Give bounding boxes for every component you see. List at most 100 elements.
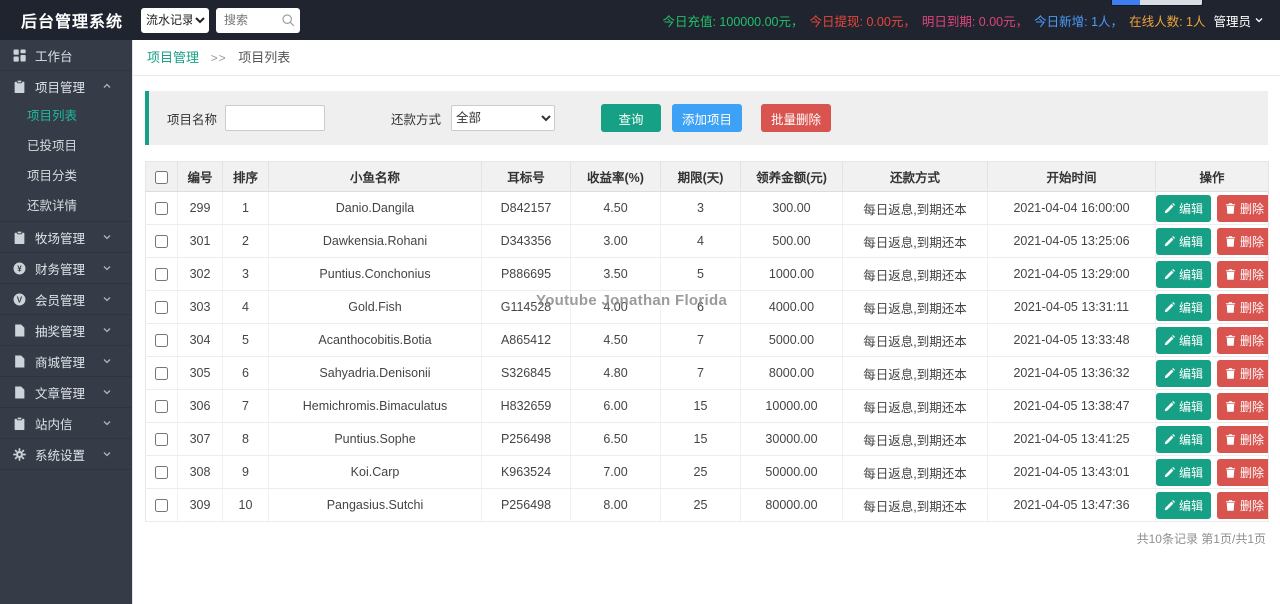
sidebar-item-4[interactable]: V 会员管理 bbox=[0, 284, 132, 314]
trash-icon bbox=[1225, 466, 1236, 478]
actions-cell: 编辑 删除 bbox=[1155, 422, 1269, 456]
delete-button[interactable]: 删除 bbox=[1217, 194, 1269, 222]
delete-button[interactable]: 删除 bbox=[1217, 293, 1269, 321]
cell-amount: 8000.00 bbox=[740, 356, 843, 390]
cell-start: 2021-04-05 13:31:11 bbox=[987, 290, 1156, 324]
cell-id: 307 bbox=[177, 422, 223, 456]
cell-name: Puntius.Sophe bbox=[268, 422, 482, 456]
cell-repay: 每日返息,到期还本 bbox=[842, 323, 988, 357]
sidebar-item-7[interactable]: 文章管理 bbox=[0, 377, 132, 407]
checkbox-cell bbox=[145, 257, 178, 291]
chevron-down-icon bbox=[102, 387, 112, 397]
edit-button[interactable]: 编辑 bbox=[1156, 194, 1212, 222]
chevron-down-icon bbox=[102, 232, 112, 242]
sidebar-item-8[interactable]: 站内信 bbox=[0, 408, 132, 438]
cell-name: Hemichromis.Bimaculatus bbox=[268, 389, 482, 423]
sidebar-item-3[interactable]: ¥ 财务管理 bbox=[0, 253, 132, 283]
project-name-label: 项目名称 bbox=[167, 112, 218, 127]
row-checkbox[interactable] bbox=[155, 466, 168, 480]
cell-days: 6 bbox=[660, 290, 741, 324]
cell-rate: 6.00 bbox=[570, 389, 661, 423]
add-project-button[interactable]: 添加项目 bbox=[672, 104, 743, 132]
delete-button[interactable]: 删除 bbox=[1217, 359, 1269, 387]
select-all-checkbox[interactable] bbox=[155, 170, 168, 184]
edit-button[interactable]: 编辑 bbox=[1156, 326, 1212, 354]
project-name-input[interactable] bbox=[225, 105, 326, 131]
delete-button[interactable]: 删除 bbox=[1217, 425, 1269, 453]
cell-name: Acanthocobitis.Botia bbox=[268, 323, 482, 357]
cell-name: Puntius.Conchonius bbox=[268, 257, 482, 291]
actions-cell: 编辑 删除 bbox=[1155, 356, 1269, 390]
cell-sort: 5 bbox=[222, 323, 269, 357]
edit-button[interactable]: 编辑 bbox=[1156, 359, 1212, 387]
table-row: 299 1 Danio.Dangila D842157 4.50 3 300.00 每日返息,… bbox=[145, 191, 1269, 225]
cell-repay: 每日返息,到期还本 bbox=[842, 290, 988, 324]
sidebar-subitem-1-1[interactable]: 已投项目 bbox=[0, 131, 132, 161]
cell-sort: 2 bbox=[222, 224, 269, 258]
cell-amount: 80000.00 bbox=[740, 488, 843, 522]
repay-method-select[interactable]: 全部 bbox=[451, 105, 556, 131]
cell-amount: 10000.00 bbox=[740, 389, 843, 423]
delete-button[interactable]: 删除 bbox=[1217, 260, 1269, 288]
edit-button[interactable]: 编辑 bbox=[1156, 491, 1212, 519]
row-checkbox[interactable] bbox=[155, 400, 168, 414]
cell-days: 15 bbox=[660, 422, 741, 456]
column-header: 开始时间 bbox=[987, 161, 1156, 192]
stat-3: 今日新增: 1人， bbox=[1034, 14, 1124, 29]
sidebar-item-2[interactable]: 牧场管理 bbox=[0, 222, 132, 252]
edit-button[interactable]: 编辑 bbox=[1156, 392, 1212, 420]
cell-name: Sahyadria.Denisonii bbox=[268, 356, 482, 390]
sidebar-item-5[interactable]: 抽奖管理 bbox=[0, 315, 132, 345]
delete-button[interactable]: 删除 bbox=[1217, 326, 1269, 354]
table-row: 302 3 Puntius.Conchonius P886695 3.50 5 1000.0… bbox=[145, 257, 1269, 291]
edit-button[interactable]: 编辑 bbox=[1156, 227, 1212, 255]
row-checkbox[interactable] bbox=[155, 334, 168, 348]
cell-id: 303 bbox=[177, 290, 223, 324]
topbar-search bbox=[216, 7, 300, 33]
stat-1: 今日提现: 0.00元， bbox=[809, 14, 916, 29]
cell-tag: A865412 bbox=[481, 323, 571, 357]
sidebar-subitem-1-3[interactable]: 还款详情 bbox=[0, 191, 132, 221]
row-checkbox[interactable] bbox=[155, 202, 168, 216]
pencil-icon bbox=[1164, 235, 1175, 247]
checkbox-cell bbox=[145, 422, 178, 456]
row-checkbox[interactable] bbox=[155, 268, 168, 282]
search-icon[interactable] bbox=[281, 13, 295, 27]
sidebar-item-0[interactable]: 工作台 bbox=[0, 40, 132, 70]
sidebar-item-6[interactable]: 商城管理 bbox=[0, 346, 132, 376]
column-header: 领养金额(元) bbox=[740, 161, 843, 192]
delete-button[interactable]: 删除 bbox=[1217, 458, 1269, 486]
sidebar-subitem-1-2[interactable]: 项目分类 bbox=[0, 161, 132, 191]
module-select[interactable]: 流水记录 bbox=[141, 7, 209, 33]
breadcrumb-parent[interactable]: 项目管理 bbox=[147, 50, 199, 65]
table-row: 306 7 Hemichromis.Bimaculatus H832659 6.00 15… bbox=[145, 389, 1269, 423]
sidebar-item-9[interactable]: 系统设置 bbox=[0, 439, 132, 469]
cell-sort: 1 bbox=[222, 191, 269, 225]
admin-menu[interactable]: 管理员 bbox=[1213, 11, 1264, 30]
sidebar-block: 站内信 bbox=[0, 408, 132, 439]
table-row: 304 5 Acanthocobitis.Botia A865412 4.50 7 5000… bbox=[145, 323, 1269, 357]
delete-button[interactable]: 删除 bbox=[1217, 227, 1269, 255]
edit-button[interactable]: 编辑 bbox=[1156, 260, 1212, 288]
row-checkbox[interactable] bbox=[155, 301, 168, 315]
cell-sort: 4 bbox=[222, 290, 269, 324]
cell-tag: H832659 bbox=[481, 389, 571, 423]
batch-delete-button[interactable]: 批量删除 bbox=[761, 104, 832, 132]
repay-method-label: 还款方式 bbox=[391, 112, 442, 127]
sidebar-subitem-1-0[interactable]: 项目列表 bbox=[0, 101, 132, 131]
edit-button[interactable]: 编辑 bbox=[1156, 425, 1212, 453]
sidebar-block: 牧场管理 bbox=[0, 222, 132, 253]
delete-button[interactable]: 删除 bbox=[1217, 392, 1269, 420]
row-checkbox[interactable] bbox=[155, 433, 168, 447]
edit-button[interactable]: 编辑 bbox=[1156, 458, 1212, 486]
sidebar-item-1[interactable]: 项目管理 bbox=[0, 71, 132, 101]
delete-button[interactable]: 删除 bbox=[1217, 491, 1269, 519]
sidebar-block: 文章管理 bbox=[0, 377, 132, 408]
column-header: 排序 bbox=[222, 161, 269, 192]
query-button[interactable]: 查询 bbox=[601, 104, 662, 132]
cell-amount: 50000.00 bbox=[740, 455, 843, 489]
row-checkbox[interactable] bbox=[155, 367, 168, 381]
edit-button[interactable]: 编辑 bbox=[1156, 293, 1212, 321]
row-checkbox[interactable] bbox=[155, 499, 168, 513]
row-checkbox[interactable] bbox=[155, 235, 168, 249]
